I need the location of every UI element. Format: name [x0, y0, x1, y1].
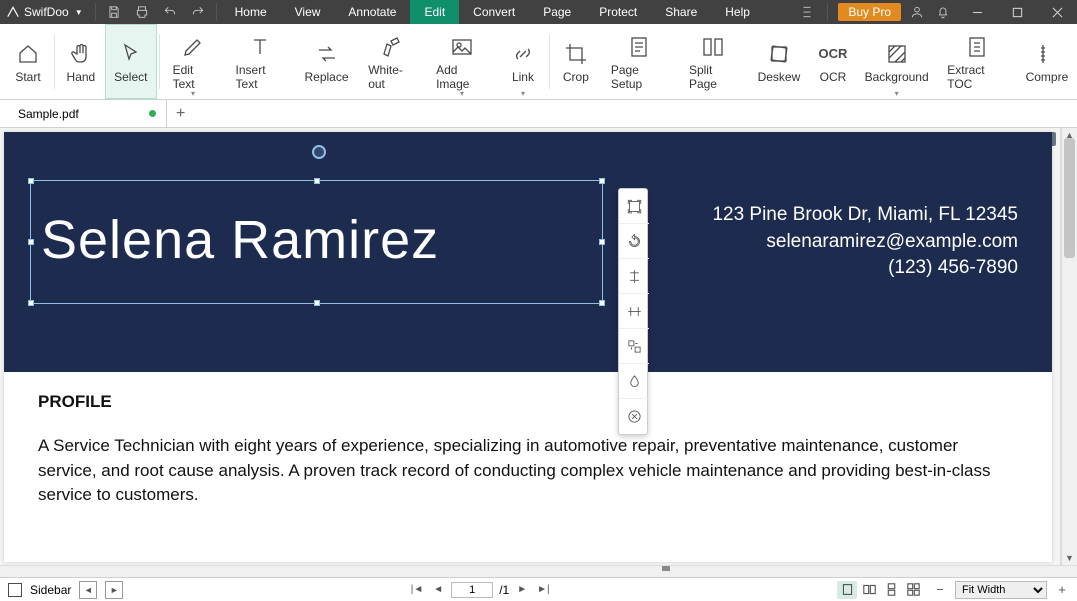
horizontal-ruler [0, 565, 1077, 577]
menubar: SwifDoo ▼ HomeViewAnnotateEditConvertPag… [0, 0, 1077, 24]
page-total: /1 [499, 583, 509, 597]
ribbon-add-image[interactable]: Add Image▾ [425, 24, 499, 99]
separator [95, 3, 96, 21]
ribbon-split-page[interactable]: Split Page [678, 24, 749, 99]
sidebar-label[interactable]: Sidebar [30, 583, 71, 597]
ribbon-page-setup[interactable]: Page Setup [600, 24, 678, 99]
page-canvas[interactable]: Selena Ramirez 123 Pine Brook Dr, Miami,… [4, 132, 1052, 562]
app-menu-caret-icon: ▼ [75, 8, 83, 17]
delete-selection-icon[interactable] [619, 399, 649, 434]
separator [827, 3, 828, 21]
menu-view[interactable]: View [281, 0, 335, 24]
ribbon-select[interactable]: Select [105, 24, 157, 99]
minimize-button[interactable] [957, 0, 997, 24]
fit-bounds-icon[interactable] [619, 189, 649, 224]
next-page-button[interactable]: ► [515, 584, 529, 595]
app-name: SwifDoo [24, 5, 69, 19]
nav-prev-button[interactable]: ◄ [79, 581, 97, 599]
document-tab[interactable]: Sample.pdf [8, 100, 167, 128]
rotate-handle-icon[interactable] [312, 145, 326, 159]
bell-icon[interactable] [933, 0, 953, 24]
buy-pro-button[interactable]: Buy Pro [838, 3, 901, 21]
contact-email: selenaramirez@example.com [712, 229, 1018, 256]
flip-horizontal-icon[interactable] [619, 294, 649, 329]
maximize-button[interactable] [997, 0, 1037, 24]
page-input[interactable] [451, 582, 493, 598]
resume-name[interactable]: Selena Ramirez [31, 181, 602, 299]
prev-page-button[interactable]: ◄ [431, 584, 445, 595]
more-icon[interactable] [797, 0, 817, 24]
ribbon-background[interactable]: Background▾ [857, 24, 936, 99]
opacity-icon[interactable] [619, 364, 649, 399]
flip-vertical-icon[interactable] [619, 259, 649, 294]
close-button[interactable] [1037, 0, 1077, 24]
ribbon-link[interactable]: Link▾ [499, 24, 547, 99]
nav-next-button[interactable]: ► [105, 581, 123, 599]
view-single-icon[interactable] [837, 581, 857, 599]
view-continuous-icon[interactable] [881, 581, 901, 599]
menu-help[interactable]: Help [711, 0, 764, 24]
swifdoo-logo-icon [6, 5, 20, 19]
statusbar: Sidebar ◄ ► |◄ ◄ /1 ► ►| − Fit Width + [0, 577, 1077, 601]
redo-icon[interactable] [184, 0, 212, 24]
ribbon-hand[interactable]: Hand [57, 24, 105, 99]
selection-frame[interactable]: Selena Ramirez [30, 180, 603, 304]
menu-convert[interactable]: Convert [459, 0, 529, 24]
app-logo[interactable]: SwifDoo ▼ [0, 5, 91, 19]
workspace: 1 Selena Ramirez 123 Pine Brook Dr, Miam… [0, 128, 1077, 565]
resume-body: PROFILE A Service Technician with eight … [4, 372, 1052, 528]
contact-phone: (123) 456-7890 [712, 255, 1018, 282]
ribbon-ocr[interactable]: OCROCR [809, 24, 857, 99]
new-tab-button[interactable]: + [167, 100, 195, 128]
zoom-controls: − Fit Width + [933, 581, 1069, 599]
account-icon[interactable] [907, 0, 927, 24]
replace-image-icon[interactable] [619, 329, 649, 364]
profile-heading: PROFILE [38, 392, 1018, 412]
menu-page[interactable]: Page [529, 0, 585, 24]
document-tabbar: Sample.pdf + [0, 100, 1077, 128]
rotate-icon[interactable] [619, 224, 649, 259]
menu-share[interactable]: Share [651, 0, 711, 24]
ribbon-start[interactable]: Start [4, 24, 52, 99]
separator [216, 3, 217, 21]
menu-protect[interactable]: Protect [585, 0, 651, 24]
contact-address: 123 Pine Brook Dr, Miami, FL 12345 [712, 202, 1018, 229]
zoom-select[interactable]: Fit Width [955, 581, 1047, 599]
save-icon[interactable] [100, 0, 128, 24]
menu-edit[interactable]: Edit [410, 0, 459, 24]
zoom-in-button[interactable]: + [1055, 583, 1069, 597]
ribbon: StartHandSelectEdit Text▾Insert TextRepl… [0, 24, 1077, 100]
ribbon-edit-text[interactable]: Edit Text▾ [162, 24, 225, 99]
print-icon[interactable] [128, 0, 156, 24]
view-facing-icon[interactable] [859, 581, 879, 599]
menu-annotate[interactable]: Annotate [334, 0, 410, 24]
ribbon-white-out[interactable]: White-out [357, 24, 425, 99]
view-modes [837, 581, 923, 599]
ribbon-extract-toc[interactable]: Extract TOC [936, 24, 1017, 99]
menu-home[interactable]: Home [221, 0, 281, 24]
scroll-down-icon[interactable]: ▼ [1062, 551, 1077, 565]
scrollbar-thumb[interactable] [1064, 138, 1075, 258]
selection-toolbar [618, 188, 648, 435]
vertical-scrollbar[interactable]: ▲ ▼ [1061, 128, 1077, 565]
resume-header: Selena Ramirez 123 Pine Brook Dr, Miami,… [4, 132, 1052, 372]
ribbon-replace[interactable]: Replace [296, 24, 357, 99]
zoom-out-button[interactable]: − [933, 583, 947, 597]
last-page-button[interactable]: ►| [535, 584, 552, 595]
unsaved-indicator-icon [149, 110, 156, 117]
undo-icon[interactable] [156, 0, 184, 24]
ribbon-compre[interactable]: Compre [1017, 24, 1077, 99]
view-grid-icon[interactable] [903, 581, 923, 599]
sidebar-toggle-icon[interactable] [8, 583, 22, 597]
first-page-button[interactable]: |◄ [409, 584, 426, 595]
contact-block: 123 Pine Brook Dr, Miami, FL 12345 selen… [712, 202, 1018, 282]
ribbon-crop[interactable]: Crop [552, 24, 600, 99]
ribbon-insert-text[interactable]: Insert Text [225, 24, 296, 99]
ribbon-deskew[interactable]: Deskew [749, 24, 809, 99]
profile-text: A Service Technician with eight years of… [38, 434, 1018, 508]
page-navigator: |◄ ◄ /1 ► ►| [409, 582, 552, 598]
tab-filename: Sample.pdf [18, 107, 79, 121]
